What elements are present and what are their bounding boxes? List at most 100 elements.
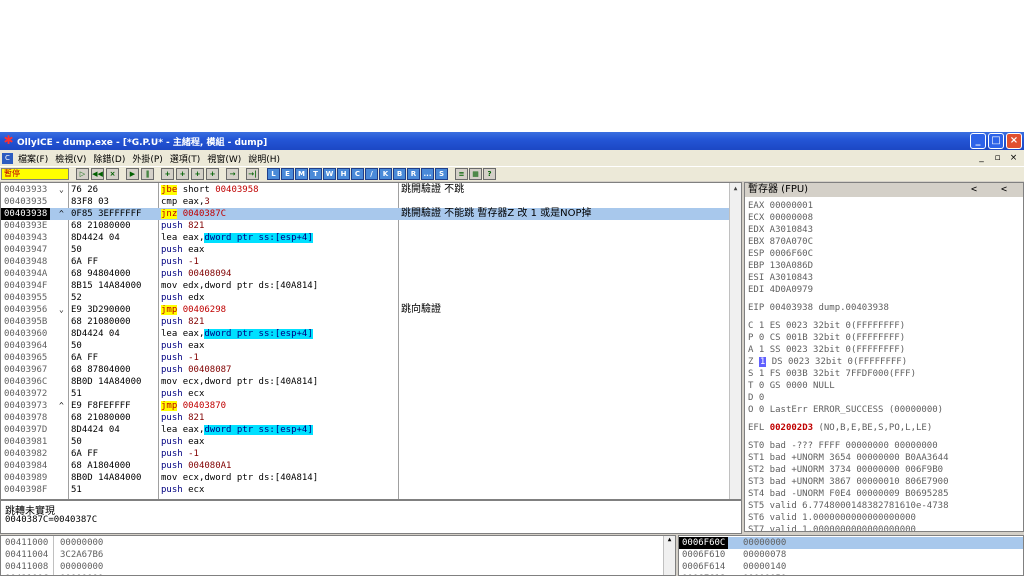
disasm-row[interactable]: 0040398F 51 push ecx — [1, 484, 729, 496]
toolbar-window-3[interactable]: T — [309, 168, 322, 180]
flag-line[interactable]: S 1 FS 003B 32bit 7FFDF000(FFF) — [748, 368, 916, 380]
dump-row[interactable]: 00411000 00000000 — [5, 537, 103, 549]
flag-line[interactable]: D 0 — [748, 392, 764, 404]
fpu-register-line[interactable]: ST4 bad -UNORM F0E4 00000009 B0695285 — [748, 488, 948, 500]
disasm-row[interactable]: 00403981 50 push eax — [1, 436, 729, 448]
toolbar-button-8[interactable]: + — [206, 168, 219, 180]
mdi-close-button[interactable]: × — [1007, 152, 1020, 164]
flag-line[interactable]: P 0 CS 001B 32bit 0(FFFFFFFF) — [748, 332, 905, 344]
disasm-row[interactable]: 0040394F 8B15 14A84000 mov edx,dword ptr d… — [1, 280, 729, 292]
register-line[interactable]: ECX 00000008 — [748, 212, 813, 224]
disasm-row[interactable]: 0040397D 8D4424 04 lea eax,dword ptr ss:[e… — [1, 424, 729, 436]
register-line[interactable]: EDI 4D0A0979 — [748, 284, 813, 296]
registers-next-icon[interactable]: < — [1001, 183, 1007, 197]
toolbar-button-3[interactable]: ▶ — [126, 168, 139, 180]
disasm-row[interactable]: 00403948 6A FF push -1 — [1, 256, 729, 268]
disasm-row[interactable]: 00403984 68 A1804000 push 004080A1 — [1, 460, 729, 472]
disasm-row[interactable]: 00403967 68 87804000 push 00408087 — [1, 364, 729, 376]
toolbar-button-10[interactable]: →| — [246, 168, 259, 180]
dump-scroll-up-icon[interactable]: ▲ — [663, 536, 675, 575]
menu-debug[interactable]: 除錯(D) — [91, 152, 130, 165]
disassembly-view[interactable]: 00403933 ⌄ 76 26 jbe short 00403958 跳開驗證 不跳 0… — [1, 183, 741, 499]
toolbar-button-9[interactable]: → — [226, 168, 239, 180]
register-line[interactable]: EBP 130A086D — [748, 260, 813, 272]
stack-row[interactable]: 0006F60C 00000000 — [679, 537, 1023, 549]
disasm-row[interactable]: 0040395B 68 21080000 push 821 — [1, 316, 729, 328]
disasm-row[interactable]: 00403947 50 push eax — [1, 244, 729, 256]
registers-header[interactable]: 暫存器 (FPU) — [745, 183, 1023, 197]
disasm-row[interactable]: 00403960 8D4424 04 lea eax,dword ptr ss:[e… — [1, 328, 729, 340]
toolbar-window-8[interactable]: K — [379, 168, 392, 180]
toolbar-button-7[interactable]: + — [191, 168, 204, 180]
toolbar-window-1[interactable]: E — [281, 168, 294, 180]
dump-row[interactable]: 00411004 3C2A67B6 — [5, 549, 103, 561]
flag-line[interactable]: O 0 LastErr ERROR_SUCCESS (00000000) — [748, 404, 943, 416]
flag-line[interactable]: T 0 GS 0000 NULL — [748, 380, 835, 392]
toolbar-button-1[interactable]: ◀◀ — [91, 168, 104, 180]
maximize-button[interactable]: □ — [988, 133, 1004, 149]
title-bar[interactable]: ✱ OllyICE - dump.exe - [*G.P.U* - 主緒程, 模… — [0, 132, 1024, 150]
register-line[interactable]: EDX A3010843 — [748, 224, 813, 236]
toolbar-window-12[interactable]: S — [435, 168, 448, 180]
disasm-row[interactable]: 00403938 ^ 0F85 3EFFFFFF jnz 0040387C 跳開驗證 不… — [1, 208, 729, 220]
disasm-row[interactable]: 00403935 83F8 03 cmp eax,3 — [1, 196, 729, 208]
registers-prev-icon[interactable]: < — [971, 183, 977, 197]
mdi-restore-button[interactable]: ▫ — [991, 152, 1004, 164]
toolbar-window-5[interactable]: H — [337, 168, 350, 180]
disasm-row[interactable]: 00403955 52 push edx — [1, 292, 729, 304]
scroll-up-icon[interactable]: ▲ — [730, 183, 741, 195]
toolbar-button-4[interactable]: ‖ — [141, 168, 154, 180]
toolbar-button-5[interactable]: + — [161, 168, 174, 180]
disassembly-scrollbar[interactable]: ▲ — [729, 183, 741, 499]
cpu-window-icon[interactable]: C — [2, 152, 13, 164]
menu-help[interactable]: 說明(H) — [246, 152, 285, 165]
efl-line[interactable]: EFL 002002D3 (NO,B,E,BE,S,PO,L,LE) — [748, 422, 932, 434]
fpu-register-line[interactable]: ST0 bad -??? FFFF 00000000 00000000 — [748, 440, 938, 452]
toolbar-button-6[interactable]: + — [176, 168, 189, 180]
disasm-row[interactable]: 0040393E 68 21080000 push 821 — [1, 220, 729, 232]
disasm-row[interactable]: 00403982 6A FF push -1 — [1, 448, 729, 460]
mdi-minimize-button[interactable]: _ — [975, 152, 988, 164]
flag-line[interactable]: Z 1 DS 0023 32bit 0(FFFFFFFF) — [748, 356, 907, 368]
eip-line[interactable]: EIP 00403938 dump.00403938 — [748, 302, 889, 314]
toolbar-tool-0[interactable]: ≡ — [455, 168, 468, 180]
memory-dump-panel[interactable]: ▲ 00411000 00000000 00411004 3C2A67B6 004110… — [0, 535, 676, 576]
toolbar-window-7[interactable]: / — [365, 168, 378, 180]
disasm-row[interactable]: 00403972 51 push ecx — [1, 388, 729, 400]
menu-plugins[interactable]: 外掛(P) — [130, 152, 167, 165]
disasm-row[interactable]: 00403964 50 push eax — [1, 340, 729, 352]
disasm-row[interactable]: 00403973 ^ E9 F8FEFFFF jmp 00403870 — [1, 400, 729, 412]
toolbar-button-0[interactable]: ▷ — [76, 168, 89, 180]
fpu-register-line[interactable]: ST3 bad +UNORM 3867 00000010 806E7900 — [748, 476, 948, 488]
disasm-row[interactable]: 00403956 ⌄ E9 3D290000 jmp 00406298 跳向驗證 — [1, 304, 729, 316]
toolbar-button-2[interactable]: × — [106, 168, 119, 180]
menu-options[interactable]: 選項(T) — [168, 152, 206, 165]
flag-line[interactable]: A 1 SS 0023 32bit 0(FFFFFFFF) — [748, 344, 905, 356]
disasm-row[interactable]: 0040394A 68 94804000 push 00408094 — [1, 268, 729, 280]
register-line[interactable]: EAX 00000001 — [748, 200, 813, 212]
menu-file[interactable]: 檔案(F) — [16, 152, 53, 165]
register-line[interactable]: ESI A3010843 — [748, 272, 813, 284]
stack-panel[interactable]: 0006F60C 00000000 0006F610 00000078 0006F614… — [678, 535, 1024, 576]
menu-view[interactable]: 檢視(V) — [53, 152, 91, 165]
fpu-register-line[interactable]: ST1 bad +UNORM 3654 00000000 B0AA3644 — [748, 452, 948, 464]
register-line[interactable]: EBX 870A070C — [748, 236, 813, 248]
disasm-row[interactable]: 00403989 8B0D 14A84000 mov ecx,dword ptr d… — [1, 472, 729, 484]
toolbar-tool-2[interactable]: ? — [483, 168, 496, 180]
disasm-row[interactable]: 00403943 8D4424 04 lea eax,dword ptr ss:[e… — [1, 232, 729, 244]
disasm-row[interactable]: 00403978 68 21080000 push 821 — [1, 412, 729, 424]
toolbar-window-6[interactable]: C — [351, 168, 364, 180]
stack-row[interactable]: 0006F614 00000140 — [679, 561, 1023, 573]
toolbar-window-10[interactable]: R — [407, 168, 420, 180]
fpu-register-line[interactable]: ST6 valid 1.0000000000000000000 — [748, 512, 916, 524]
menu-window[interactable]: 視窗(W) — [205, 152, 246, 165]
toolbar-window-9[interactable]: B — [393, 168, 406, 180]
register-line[interactable]: ESP 0006F60C — [748, 248, 813, 260]
disasm-row[interactable]: 00403933 ⌄ 76 26 jbe short 00403958 跳開驗證 不跳 — [1, 184, 729, 196]
toolbar-window-0[interactable]: L — [267, 168, 280, 180]
toolbar-window-2[interactable]: M — [295, 168, 308, 180]
toolbar-window-11[interactable]: ... — [421, 168, 434, 180]
disasm-row[interactable]: 00403965 6A FF push -1 — [1, 352, 729, 364]
toolbar-window-4[interactable]: W — [323, 168, 336, 180]
flag-line[interactable]: C 1 ES 0023 32bit 0(FFFFFFFF) — [748, 320, 905, 332]
